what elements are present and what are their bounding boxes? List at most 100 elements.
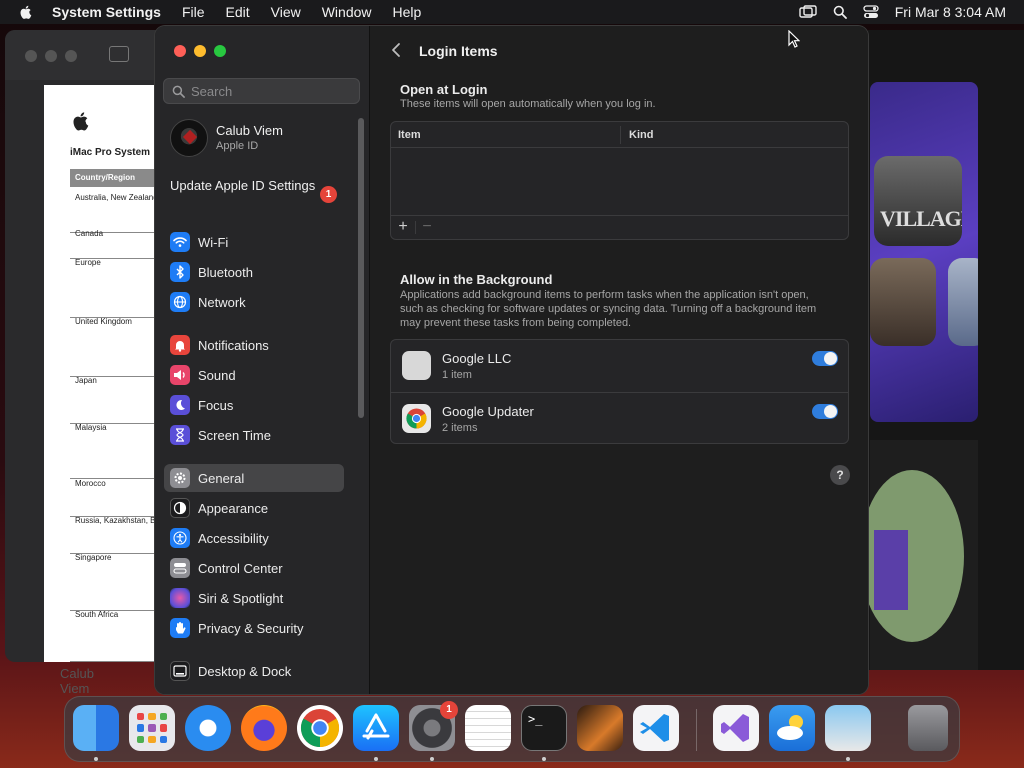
sidebar-item-label: Accessibility — [198, 530, 269, 546]
open-at-login-title: Open at Login — [400, 82, 488, 97]
menubar-clock[interactable]: Fri Mar 8 3:04 AM — [895, 4, 1006, 20]
textedit-icon[interactable] — [465, 705, 511, 751]
sidebar-item-control-center[interactable]: Control Center — [164, 554, 344, 582]
update-apple-id-settings[interactable]: Update Apple ID Settings — [170, 178, 340, 194]
screen-mirroring-icon[interactable] — [799, 5, 817, 19]
document-row: United Kingdom — [70, 317, 156, 377]
page-title: Login Items — [419, 43, 498, 59]
sidebar-item-label: Appearance — [198, 500, 269, 516]
sidebar-item-label: Focus — [198, 397, 234, 413]
launchpad-icon[interactable] — [129, 705, 175, 751]
sidebar-item-label: Wi-Fi — [198, 234, 229, 250]
sidebar-item-label: Privacy & Security — [198, 620, 304, 636]
sidebar-item-bluetooth[interactable]: Bluetooth — [164, 258, 344, 286]
finder-icon[interactable] — [73, 705, 119, 751]
trash-icon[interactable] — [908, 705, 948, 751]
sidebar-item-network[interactable]: Network — [164, 288, 344, 316]
search-field[interactable] — [163, 78, 360, 104]
background-document: iMac Pro System Country/Region Australia… — [44, 85, 156, 662]
menu-window[interactable]: Window — [322, 4, 372, 20]
document-row: Russia, Kazakhstan, Belarus — [70, 516, 156, 554]
preview-icon[interactable] — [825, 705, 871, 751]
control-center-icon[interactable] — [863, 5, 879, 19]
remove-login-item-button[interactable]: − — [419, 218, 435, 236]
app-store-icon[interactable] — [353, 705, 399, 751]
game-tile-village[interactable]: VILLAGE — [874, 156, 962, 246]
globe-icon — [170, 292, 190, 312]
document-row: Australia, New Zealand — [70, 193, 156, 233]
avatar — [170, 119, 208, 157]
google-updater-toggle[interactable] — [812, 404, 838, 419]
column-header-kind[interactable]: Kind — [629, 129, 653, 141]
menu-help[interactable]: Help — [393, 4, 422, 20]
sidebar-toggle-icon[interactable] — [109, 46, 129, 62]
close-button[interactable] — [174, 45, 186, 57]
login-items-table[interactable]: Item Kind + − — [390, 121, 849, 240]
game-library-panel: VILLAGE — [870, 82, 978, 422]
add-login-item-button[interactable]: + — [395, 218, 411, 236]
weather-icon[interactable] — [769, 705, 815, 751]
zoom-button[interactable] — [214, 45, 226, 57]
sidebar-item-siri-spotlight[interactable]: Siri & Spotlight — [164, 584, 344, 612]
sidebar-item-privacy-security[interactable]: Privacy & Security — [164, 614, 344, 642]
document-row: Europe — [70, 258, 156, 318]
menu-file[interactable]: File — [182, 4, 205, 20]
open-at-login-description: These items will open automatically when… — [400, 98, 656, 110]
window-close-dot[interactable] — [25, 50, 37, 62]
gear-icon — [170, 468, 190, 488]
bluetooth-icon — [170, 262, 190, 282]
apple-menu-icon[interactable] — [18, 4, 34, 20]
accessibility-icon — [170, 528, 190, 548]
minimize-button[interactable] — [194, 45, 206, 57]
chrome-icon[interactable] — [297, 705, 343, 751]
bell-icon — [170, 335, 190, 355]
sidebar-item-sound[interactable]: Sound — [164, 361, 344, 389]
sidebar-item-label: Bluetooth — [198, 264, 253, 280]
menu-edit[interactable]: Edit — [226, 4, 250, 20]
garageband-icon[interactable] — [577, 705, 623, 751]
sidebar-item-wifi[interactable]: Wi-Fi — [164, 228, 344, 256]
google-llc-toggle[interactable] — [812, 351, 838, 366]
firefox-icon[interactable] — [241, 705, 287, 751]
sidebar-item-notifications[interactable]: Notifications — [164, 331, 344, 359]
document-row: Singapore — [70, 553, 156, 611]
allow-background-description: Applications add background items to per… — [400, 289, 817, 329]
table-footer: + − — [391, 215, 848, 239]
game-tile[interactable] — [870, 258, 936, 346]
sidebar-item-accessibility[interactable]: Accessibility — [164, 524, 344, 552]
window-minimize-dot[interactable] — [45, 50, 57, 62]
visual-studio-icon[interactable] — [713, 705, 759, 751]
sidebar-item-label: Desktop & Dock — [198, 663, 292, 679]
safari-icon[interactable] — [185, 705, 231, 751]
sidebar-item-focus[interactable]: Focus — [164, 391, 344, 419]
settings-content: Login Items Open at Login These items wi… — [371, 26, 868, 694]
help-button[interactable]: ? — [830, 465, 850, 485]
sidebar-item-screen-time[interactable]: Screen Time — [164, 421, 344, 449]
system-settings-window: Calub Viem Apple ID Update Apple ID Sett… — [155, 26, 868, 694]
sidebar-item-label: General — [198, 470, 245, 486]
background-item-name: Google LLC — [442, 351, 512, 366]
terminal-icon[interactable]: >_ — [521, 705, 567, 751]
sidebar-item-desktop-dock[interactable]: Desktop & Dock — [164, 657, 344, 685]
window-zoom-dot[interactable] — [65, 50, 77, 62]
game-tile-snow[interactable] — [948, 258, 978, 346]
settings-sidebar: Calub Viem Apple ID Update Apple ID Sett… — [155, 26, 370, 694]
siri-icon — [170, 588, 190, 608]
menu-app-name[interactable]: System Settings — [52, 4, 161, 20]
vscode-icon[interactable] — [633, 705, 679, 751]
running-indicator — [374, 757, 378, 761]
sidebar-item-general[interactable]: General — [164, 464, 344, 492]
back-chevron-icon[interactable] — [391, 42, 401, 58]
appearance-icon — [170, 498, 190, 518]
column-header-item[interactable]: Item — [398, 129, 421, 141]
menu-view[interactable]: View — [271, 4, 301, 20]
chrome-icon — [402, 404, 431, 433]
sidebar-item-appearance[interactable]: Appearance — [164, 494, 344, 522]
speaker-icon — [170, 365, 190, 385]
document-row: Canada — [70, 229, 156, 259]
sidebar-scrollbar[interactable] — [358, 118, 364, 418]
sidebar-item-label: Control Center — [198, 560, 283, 576]
search-input[interactable] — [191, 83, 351, 99]
apple-id-profile[interactable]: Calub Viem Apple ID — [170, 119, 350, 159]
search-icon[interactable] — [833, 5, 847, 19]
